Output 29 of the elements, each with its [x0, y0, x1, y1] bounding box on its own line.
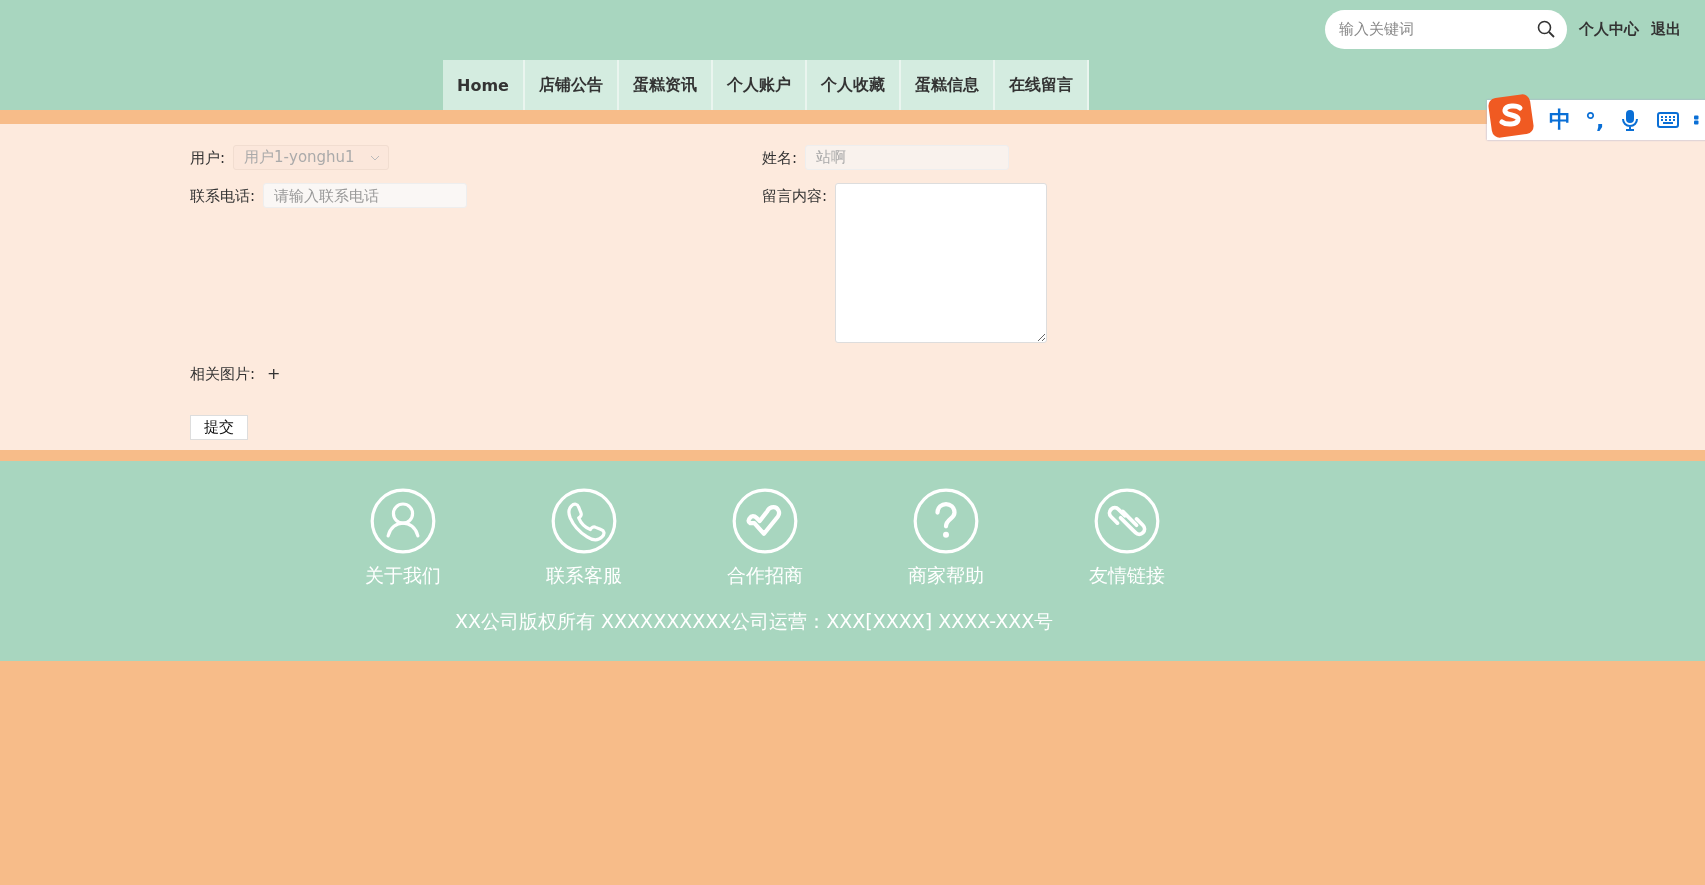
- phone-field[interactable]: 请输入联系电话: [263, 183, 468, 208]
- field-label: 联系电话:: [190, 186, 256, 207]
- field-label: 用户:: [190, 148, 226, 169]
- person-icon[interactable]: [368, 487, 437, 555]
- nav-tab[interactable]: 个人收藏: [806, 60, 901, 110]
- nav-tab[interactable]: 在线留言: [994, 60, 1089, 110]
- copyright-text: XX公司版权所有 XXXXXXXXXX公司运营：XXX[XXXX] XXXX-XXX号: [455, 609, 1054, 634]
- phone-icon[interactable]: [549, 487, 618, 555]
- submit-button[interactable]: 提交: [190, 414, 248, 440]
- field-label: 留言内容:: [762, 186, 828, 207]
- header-link[interactable]: 退出: [1651, 19, 1681, 39]
- field-label: 姓名:: [762, 148, 798, 169]
- link-icon[interactable]: [1092, 487, 1161, 555]
- add-image-button[interactable]: +: [263, 361, 285, 387]
- caret-icon: [370, 154, 381, 161]
- nav-tab[interactable]: 店铺公告: [524, 60, 619, 110]
- header-link[interactable]: 个人中心: [1579, 19, 1639, 39]
- ime-logo-icon[interactable]: [1487, 93, 1535, 139]
- nav-tab[interactable]: Home: [443, 60, 525, 110]
- nav-tab[interactable]: 蛋糕信息: [900, 60, 995, 110]
- search-icon[interactable]: [1537, 19, 1555, 38]
- field-label: 相关图片:: [190, 364, 256, 385]
- nav-tab[interactable]: 个人账户: [712, 60, 807, 110]
- input-mode-toggle[interactable]: 中: [1549, 105, 1571, 135]
- punctuation-toggle[interactable]: °,: [1585, 107, 1605, 133]
- question-icon[interactable]: [911, 487, 980, 555]
- search-field[interactable]: 输入关键词: [1325, 9, 1567, 49]
- message-field[interactable]: [835, 183, 1048, 343]
- nav-tab[interactable]: 蛋糕资讯: [618, 60, 713, 110]
